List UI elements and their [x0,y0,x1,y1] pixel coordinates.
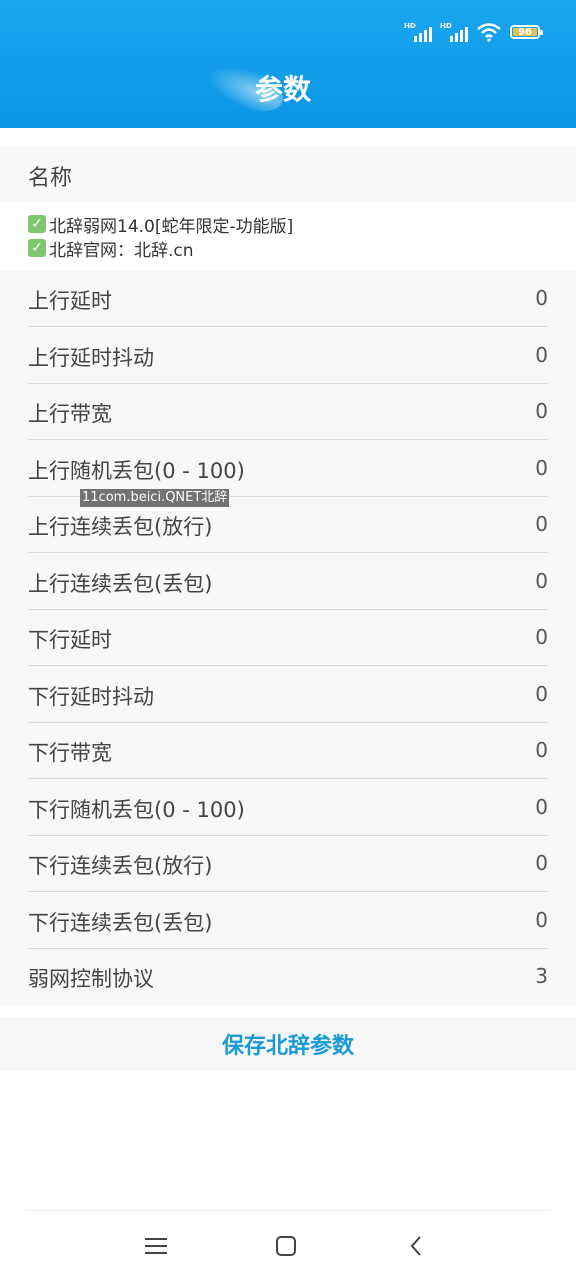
param-value: 0 [535,795,548,819]
param-value: 3 [535,964,548,988]
param-label: 上行随机丢包(0 - 100) [28,459,245,483]
param-label: 下行连续丢包(丢包) [28,911,213,935]
params-list: 上行延时 0 上行延时抖动 0 上行带宽 0 上行随机丢包(0 - 100) 0… [0,271,576,1005]
param-row-down-random-loss[interactable]: 下行随机丢包(0 - 100) 0 [28,780,548,836]
info-line-text: 北辞弱网14.0[蛇年限定-功能版] [49,216,294,237]
param-label: 下行随机丢包(0 - 100) [28,798,245,822]
param-value: 0 [535,908,548,932]
param-row-protocol[interactable]: 弱网控制协议 3 [28,949,548,1005]
info-block: ✓ 北辞弱网14.0[蛇年限定-功能版] ✓ 北辞官网：北辞.cn [28,212,568,261]
param-value: 0 [535,682,548,706]
param-row-down-bandwidth[interactable]: 下行带宽 0 [28,723,548,779]
param-value: 0 [535,625,548,649]
param-label: 上行延时 [28,289,112,313]
param-value: 0 [535,286,548,310]
save-section: 保存北辞参数 [0,1017,576,1071]
param-row-up-delay[interactable]: 上行延时 0 [28,271,548,327]
param-value: 0 [535,343,548,367]
check-icon: ✓ [28,215,46,233]
param-label: 下行延时抖动 [28,685,154,709]
app-header: HD HD 96 参数 [0,0,576,128]
param-row-down-delay[interactable]: 下行延时 0 [28,610,548,666]
param-value: 0 [535,851,548,875]
info-line-text: 北辞官网：北辞.cn [49,240,194,261]
back-icon[interactable] [396,1230,436,1262]
battery-icon: 96 [510,25,543,39]
param-label: 下行延时 [28,628,112,652]
param-row-up-jitter[interactable]: 上行延时抖动 0 [28,328,548,384]
signal-icon-2: HD [440,22,468,42]
param-value: 0 [535,512,548,536]
param-label: 上行连续丢包(丢包) [28,572,213,596]
param-row-down-burst-drop[interactable]: 下行连续丢包(丢包) 0 [28,893,548,949]
name-label: 名称 [28,166,73,191]
param-value: 0 [535,569,548,593]
check-icon: ✓ [28,239,46,257]
param-label: 上行带宽 [28,402,112,426]
param-row-up-burst-drop[interactable]: 上行连续丢包(丢包) 0 [28,554,548,610]
nav-divider [26,1210,550,1211]
param-label: 上行延时抖动 [28,346,154,370]
param-value: 0 [535,738,548,762]
info-line: ✓ 北辞弱网14.0[蛇年限定-功能版] [28,212,568,237]
param-label: 上行连续丢包(放行) [28,515,213,539]
param-row-down-jitter[interactable]: 下行延时抖动 0 [28,667,548,723]
wifi-icon [477,23,501,42]
status-bar: HD HD 96 [404,20,543,44]
signal-icon-1: HD [404,22,432,42]
param-label: 弱网控制协议 [28,967,154,991]
name-section[interactable]: 名称 [0,146,576,202]
page-title: 参数 [254,73,311,106]
param-label: 下行连续丢包(放行) [28,854,213,878]
param-row-down-burst-pass[interactable]: 下行连续丢包(放行) 0 [28,836,548,892]
param-value: 0 [535,399,548,423]
param-label: 下行带宽 [28,741,112,765]
param-row-up-bandwidth[interactable]: 上行带宽 0 [28,384,548,440]
battery-level: 96 [518,26,532,38]
home-icon[interactable] [266,1230,306,1262]
info-line: ✓ 北辞官网：北辞.cn [28,236,568,261]
menu-icon[interactable] [136,1230,176,1262]
save-button[interactable]: 保存北辞参数 [0,1017,576,1071]
watermark: 11com.beici.QNET北辞 [80,489,230,507]
param-value: 0 [535,456,548,480]
